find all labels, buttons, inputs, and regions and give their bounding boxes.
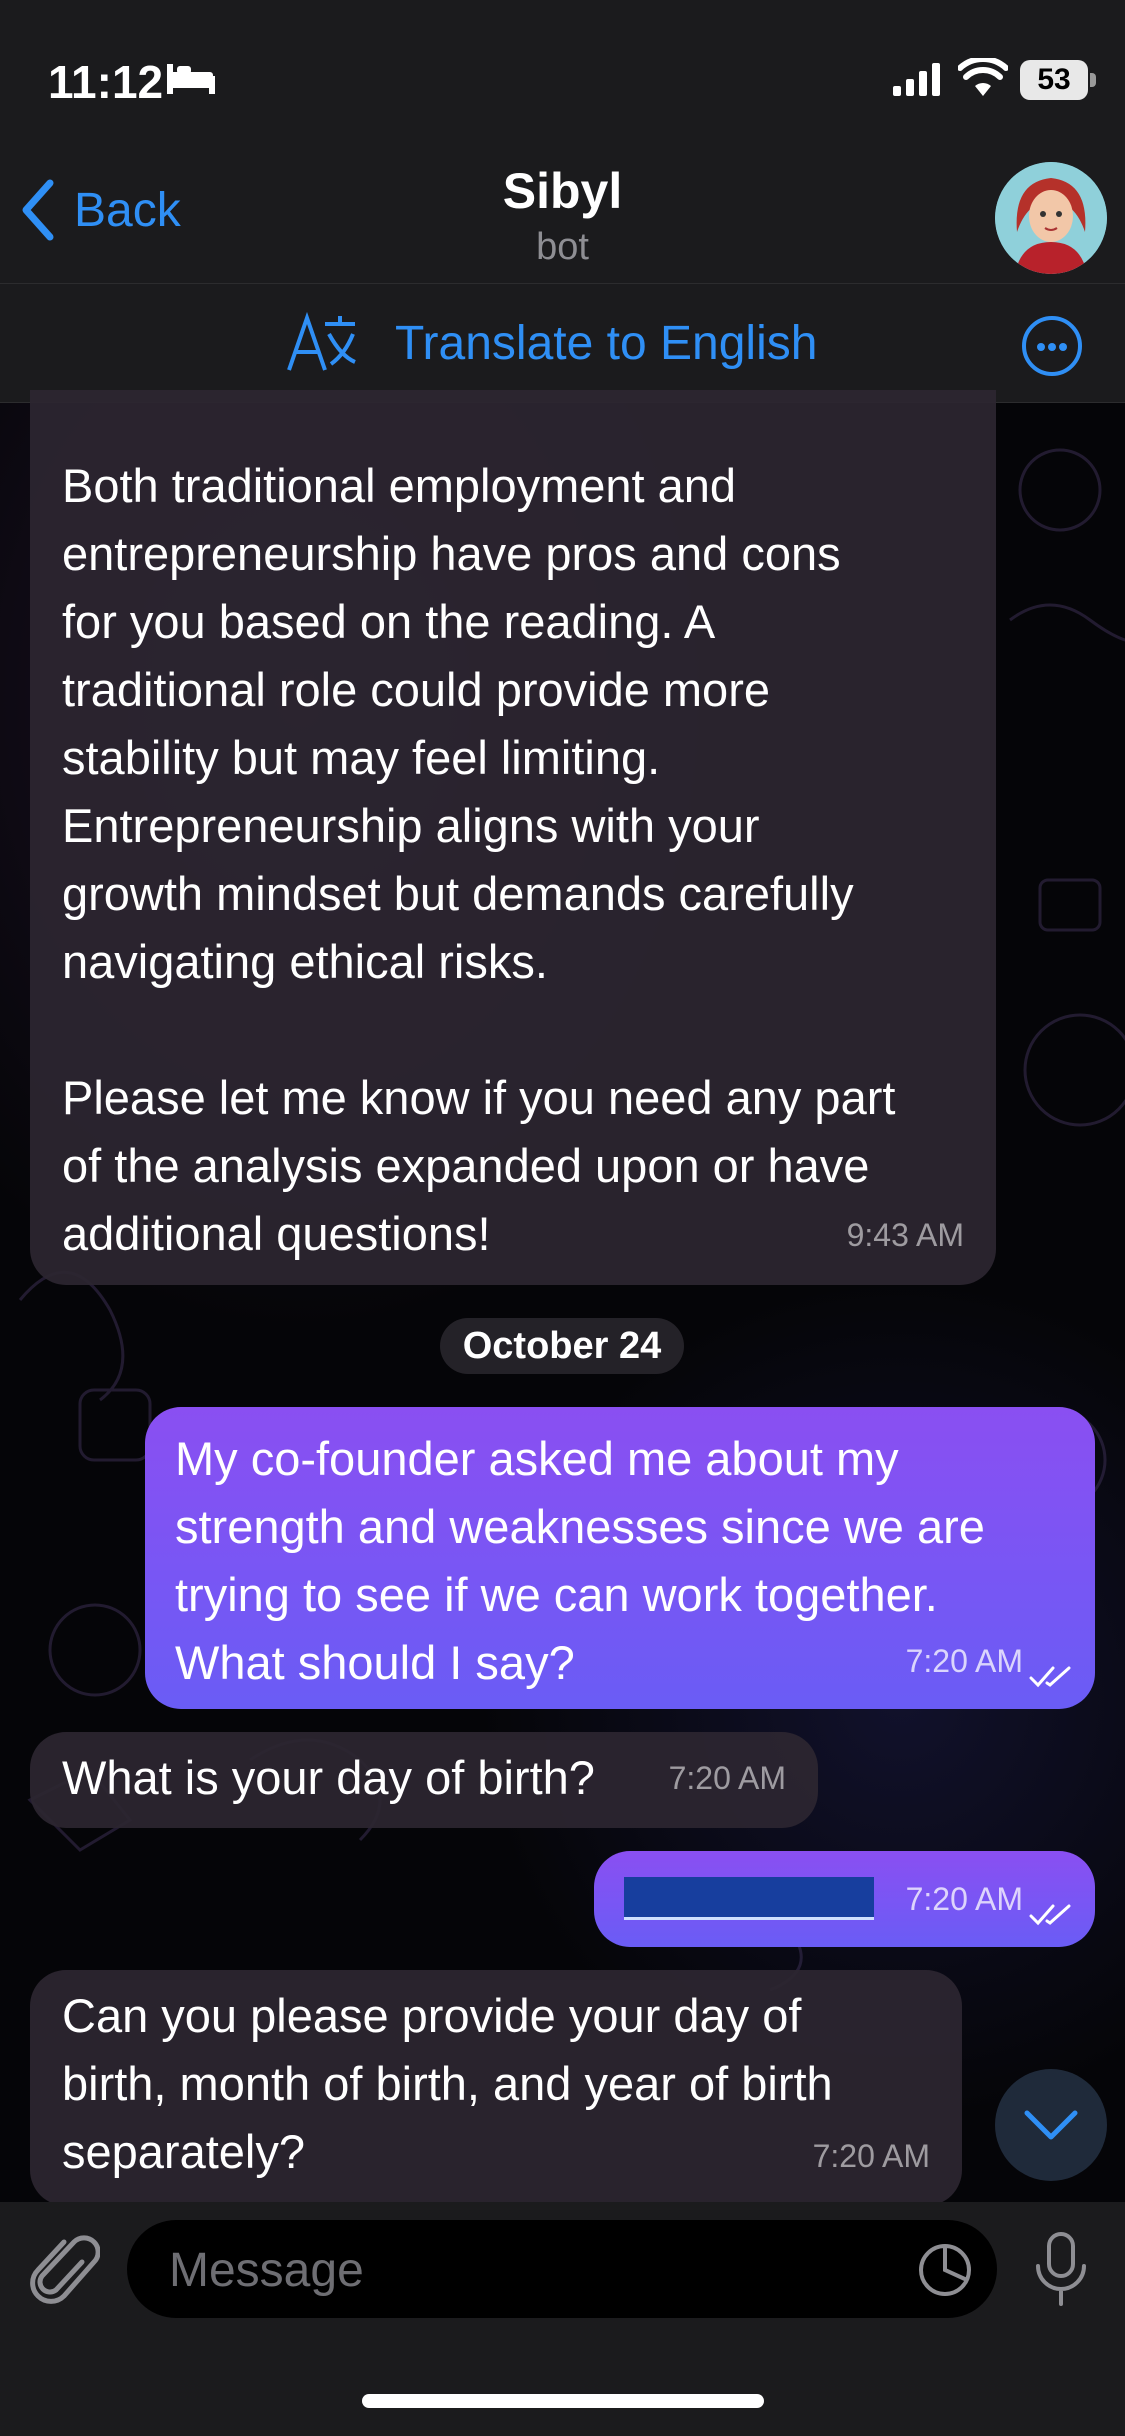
- message-time: 7:20 AM: [812, 2138, 930, 2174]
- chevron-down-icon: [1024, 2110, 1078, 2140]
- sleep-mode-icon: [167, 64, 215, 94]
- translate-bar: Translate to English: [0, 284, 1125, 403]
- message-text: Both traditional employment and entrepre…: [62, 459, 896, 1260]
- read-checkmarks-icon: [1029, 1904, 1071, 1926]
- translate-label: Translate to English: [395, 316, 818, 370]
- read-checkmarks-icon: [1029, 1666, 1071, 1688]
- outgoing-message-bubble[interactable]: 7:20 AM: [594, 1851, 1095, 1947]
- status-bar: 11:12 53: [0, 0, 1125, 140]
- message-time: 9:43 AM: [846, 1217, 964, 1253]
- scroll-to-bottom-button[interactable]: [995, 2069, 1107, 2181]
- chat-header: Back Sibyl bot: [0, 140, 1125, 284]
- message-text: Can you please provide your day of birth…: [62, 1989, 833, 2178]
- redacted-message-text: [624, 1877, 874, 1920]
- cellular-signal-icon: [893, 63, 940, 96]
- wifi-icon: [958, 58, 1008, 96]
- battery-tip: [1090, 73, 1096, 87]
- status-time: 11:12: [48, 56, 164, 108]
- sticker-icon[interactable]: [917, 2242, 973, 2298]
- microphone-icon[interactable]: [1032, 2230, 1090, 2310]
- outgoing-message-bubble[interactable]: My co-founder asked me about my strength…: [145, 1407, 1095, 1709]
- battery-level: 53: [1020, 60, 1088, 100]
- translate-icon: [287, 312, 356, 371]
- incoming-message-bubble[interactable]: Can you please provide your day of birth…: [30, 1970, 962, 2206]
- avatar[interactable]: [995, 162, 1107, 274]
- date-separator: October 24: [440, 1318, 684, 1374]
- paperclip-icon[interactable]: [30, 2232, 100, 2312]
- message-time: 7:20 AM: [905, 1643, 1023, 1679]
- message-text: What is your day of birth?: [62, 1751, 595, 1804]
- more-options-button[interactable]: [1022, 316, 1082, 376]
- message-input[interactable]: [167, 2220, 891, 2320]
- chat-subtitle: bot: [536, 226, 589, 268]
- message-time: 7:20 AM: [905, 1881, 1023, 1917]
- translate-button[interactable]: Translate to English: [285, 312, 817, 374]
- incoming-message-bubble[interactable]: Both traditional employment and entrepre…: [30, 390, 996, 1285]
- message-text: My co-founder asked me about my strength…: [175, 1432, 985, 1689]
- incoming-message-bubble[interactable]: What is your day of birth? 7:20 AM: [30, 1732, 818, 1828]
- home-indicator: [362, 2394, 764, 2408]
- message-time: 7:20 AM: [668, 1760, 786, 1796]
- message-field[interactable]: [127, 2220, 997, 2320]
- chat-title[interactable]: Sibyl: [0, 162, 1125, 220]
